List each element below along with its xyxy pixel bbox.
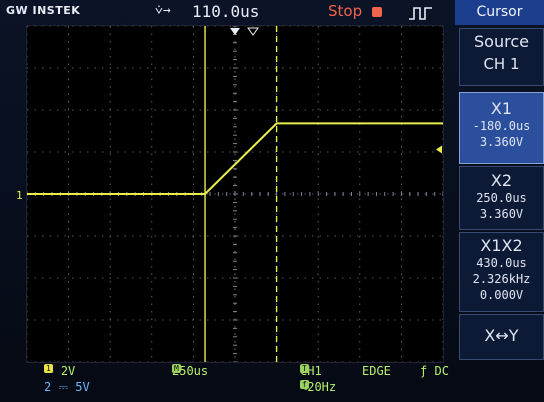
horizontal-position-marker-icon <box>247 27 259 36</box>
ch2-scale-indicator[interactable]: 2 ⎓ 5V <box>44 380 90 395</box>
ch1-trace <box>27 122 443 195</box>
timebase-icon: M <box>172 364 181 373</box>
trigger-position-marker-icon <box>230 28 240 35</box>
x1-volts: 3.360V <box>479 135 524 149</box>
x1x2-readout[interactable]: X1X2 430.0us 2.326kHz 0.000V <box>459 232 544 312</box>
bottom-status-bar: 1 ⎓ 2V 2 ⎓ 5V M 250us T CH1 EDGE ƒ DC f … <box>0 362 544 402</box>
trigger-level-marker-icon <box>436 145 442 154</box>
menu-title: Cursor <box>455 0 544 25</box>
frequency: 2.326kHz <box>472 272 531 286</box>
trigger-coupling: DC <box>434 364 449 378</box>
ch1-badge-icon: 1 <box>44 364 53 373</box>
ch2-scale: 5V <box>75 380 90 394</box>
x1x2-label: X1X2 <box>480 236 523 255</box>
trigger-position-icon: ⩒→ <box>155 3 171 18</box>
x2-volts: 3.360V <box>479 207 524 221</box>
waveform-plot <box>27 26 443 362</box>
frequency-filter-indicator[interactable]: f <20Hz <box>300 380 336 394</box>
ch2-badge-icon: 2 <box>44 380 52 394</box>
top-status-bar: GW INSTEK ⩒→ 110.0us Stop <box>0 0 454 26</box>
edge-trigger-icon <box>409 7 432 20</box>
stop-indicator-icon <box>372 7 382 17</box>
ch2-coupling-icon: ⎓ <box>58 380 69 394</box>
source-value: CH 1 <box>483 55 520 73</box>
ch1-waveform-line <box>27 122 443 195</box>
source-label: Source <box>474 32 529 51</box>
trigger-coupling-indicator[interactable]: ƒ DC <box>420 364 449 378</box>
position-markers <box>230 27 442 154</box>
trigger-icon: T <box>300 364 309 373</box>
ch1-scale: 2V <box>60 364 76 378</box>
x2-time: 250.0us <box>476 191 527 205</box>
rising-edge-icon: ƒ <box>420 364 428 378</box>
x1-time: -180.0us <box>472 119 531 133</box>
x1-softkey[interactable]: X1 -180.0us 3.360V <box>459 92 544 164</box>
filter-icon: f <box>300 380 309 389</box>
x2-label: X2 <box>490 171 513 190</box>
horizontal-position-readout: 110.0us <box>192 2 260 21</box>
trigger-source-indicator[interactable]: T CH1 <box>300 364 322 378</box>
side-menu: Cursor Source CH 1 X1 -180.0us 3.360V X2… <box>455 0 544 402</box>
timebase-indicator[interactable]: M 250us <box>172 364 208 378</box>
delta-time: 430.0us <box>476 256 527 270</box>
waveform-screen[interactable] <box>26 25 444 363</box>
ch1-scale-indicator[interactable]: 1 ⎓ 2V <box>44 364 75 379</box>
brand-logo: GW INSTEK <box>6 4 81 17</box>
delta-volts: 0.000V <box>479 288 524 302</box>
swap-xy-softkey[interactable]: X↔Y <box>459 314 544 360</box>
x1-label: X1 <box>490 99 513 118</box>
source-softkey[interactable]: Source CH 1 <box>459 28 544 86</box>
run-state-label[interactable]: Stop <box>328 2 362 20</box>
ch1-ground-marker[interactable]: 1 <box>16 189 23 202</box>
x2-softkey[interactable]: X2 250.0us 3.360V <box>459 166 544 230</box>
trigger-type[interactable]: EDGE <box>362 364 391 378</box>
swap-xy-label: X↔Y <box>484 326 519 345</box>
